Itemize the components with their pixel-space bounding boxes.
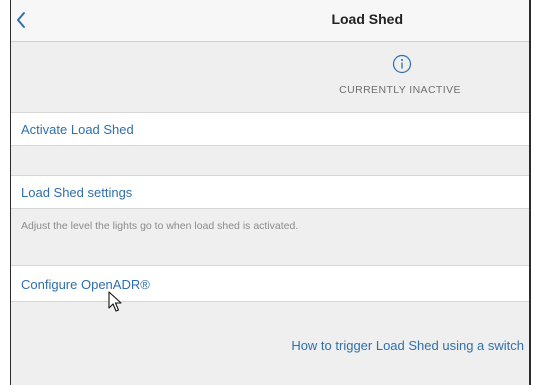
configure-openadr-row[interactable]: Configure OpenADR® (11, 265, 531, 302)
navigation-bar: Load Shed (11, 0, 531, 42)
how-to-trigger-link[interactable]: How to trigger Load Shed using a switch (291, 338, 524, 353)
activate-load-shed-row[interactable]: Activate Load Shed (11, 112, 531, 146)
page-title: Load Shed (331, 11, 403, 27)
app-window: Load Shed CURRENTLY INACTIVE Activate Lo… (10, 0, 531, 385)
load-shed-settings-label: Load Shed settings (21, 185, 133, 200)
info-icon (392, 54, 412, 79)
mouse-pointer-icon (108, 291, 124, 318)
load-shed-settings-row[interactable]: Load Shed settings (11, 175, 531, 209)
settings-description: Adjust the level the lights go to when l… (21, 220, 299, 232)
status-text: CURRENTLY INACTIVE (339, 84, 461, 96)
activate-load-shed-label: Activate Load Shed (21, 122, 134, 137)
configure-openadr-label: Configure OpenADR® (21, 277, 150, 292)
